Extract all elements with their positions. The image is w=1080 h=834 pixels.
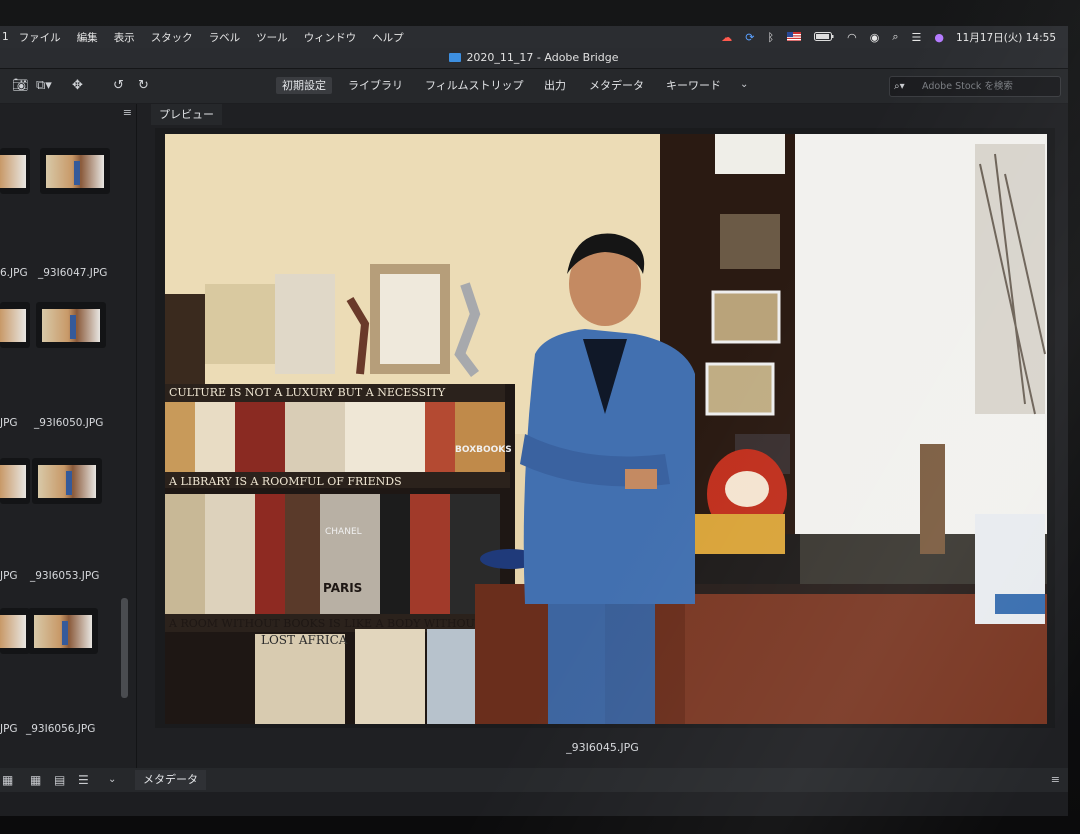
camera-icon[interactable]: 📷︎ <box>12 78 29 93</box>
content-scrollbar[interactable] <box>121 598 128 698</box>
workspace-output[interactable]: 出力 <box>538 77 572 94</box>
creative-cloud-icon[interactable]: ☁ <box>721 31 732 44</box>
grid-small-icon[interactable]: ▦ <box>2 773 13 787</box>
file-name: _93I6047.JPG <box>38 267 108 279</box>
content-panel: ≡ 6.JPG _93I6047.JPG JPG _93I6050.JPG JP… <box>0 104 137 768</box>
file-name: _93I6050.JPG <box>34 417 104 429</box>
file-name-partial: JPG <box>0 723 18 735</box>
user-icon[interactable]: ◉ <box>870 31 880 44</box>
file-name: _93I6053.JPG <box>30 570 100 582</box>
preview-area: CULTURE IS NOT A LUXURY BUT A NECESSITY … <box>155 128 1055 728</box>
books-row-1 <box>165 402 505 472</box>
sync-icon[interactable]: ⟳ <box>745 31 754 44</box>
window-title-bar: 2020_11_17 - Adobe Bridge <box>0 48 1068 69</box>
file-name-partial: JPG <box>0 570 18 582</box>
folder-icon <box>449 53 462 62</box>
search-placeholder: Adobe Stock を検索 <box>922 81 1013 92</box>
file-name-partial: 6.JPG <box>0 267 28 279</box>
preview-image[interactable]: CULTURE IS NOT A LUXURY BUT A NECESSITY … <box>165 134 1047 724</box>
book-title-lost-africa: LOST AFRICA <box>261 633 348 647</box>
thumbnail[interactable] <box>32 458 102 504</box>
shelf-text-low: A ROOM WITHOUT BOOKS IS LIKE A BODY WITH… <box>168 617 495 630</box>
tab-metadata[interactable]: メタデータ <box>135 770 206 790</box>
preview-file-name: _93I6045.JPG <box>566 741 639 754</box>
menu-bar: 1 ファイル 編集 表示 スタック ラベル ツール ウィンドウ ヘルプ ☁ ⟳ … <box>0 26 1068 48</box>
file-name-partial: JPG <box>0 417 18 429</box>
thumbnail-partial[interactable] <box>0 302 30 348</box>
list-view-icon[interactable]: ☰ <box>78 773 89 787</box>
menu-file[interactable]: ファイル <box>19 30 61 45</box>
thumbnail[interactable] <box>40 148 110 194</box>
menu-edit[interactable]: 編集 <box>77 30 98 45</box>
workspace-filmstrip[interactable]: フィルムストリップ <box>419 77 530 94</box>
flag-us-icon[interactable] <box>787 31 802 44</box>
screen: 1 ファイル 編集 表示 スタック ラベル ツール ウィンドウ ヘルプ ☁ ⟳ … <box>0 26 1068 816</box>
menu-view[interactable]: 表示 <box>114 30 135 45</box>
panel-menu-icon[interactable]: ≡ <box>1051 773 1060 786</box>
preview-panel: プレビュー CULTURE IS NOT A LUXURY BUT A NECE… <box>137 104 1068 768</box>
menu-bar-left: 1 ファイル 編集 表示 スタック ラベル ツール ウィンドウ ヘルプ <box>0 30 420 45</box>
wifi-icon[interactable]: ◠ <box>847 31 857 44</box>
rotate-right-icon[interactable]: ↻ <box>138 78 149 93</box>
thumbnail-partial[interactable] <box>0 608 30 654</box>
refine-icon[interactable]: ✥ <box>72 78 83 93</box>
tab-preview[interactable]: プレビュー <box>151 104 222 125</box>
content-panel-header: ≡ <box>0 104 136 122</box>
books-row-2 <box>165 494 500 614</box>
app-toolbar: 📷︎ ⧉▾ ✥ ↺ ↻ 初期設定 ライブラリ フィルムストリップ 出力 メタデー… <box>0 69 1068 103</box>
file-name: _93I6056.JPG <box>26 723 96 735</box>
stock-search-input[interactable]: ⌕▾ Adobe Stock を検索 <box>889 76 1061 97</box>
battery-icon[interactable] <box>814 31 834 44</box>
menu-help[interactable]: ヘルプ <box>372 30 404 45</box>
thumbnail[interactable] <box>28 608 98 654</box>
siri-icon[interactable]: ● <box>934 31 944 44</box>
workspace-metadata[interactable]: メタデータ <box>583 77 650 94</box>
book-title-chanel: CHANEL <box>325 527 362 537</box>
search-icon[interactable]: ⌕ <box>892 30 898 44</box>
chevron-down-icon[interactable]: ⌄ <box>108 774 116 785</box>
bottom-bar: ▦ ▦ ▤ ☰ ⌄ メタデータ ≡ <box>0 768 1068 792</box>
workspace-essentials[interactable]: 初期設定 <box>276 77 332 94</box>
search-dropdown-icon[interactable]: ⌕▾ <box>894 77 905 96</box>
window-title: 2020_11_17 - Adobe Bridge <box>466 51 619 64</box>
workspace-keywords[interactable]: キーワード <box>660 77 727 94</box>
workspace-library[interactable]: ライブラリ <box>342 77 409 94</box>
thumbnail[interactable] <box>36 302 106 348</box>
control-center-icon[interactable]: ☰ <box>912 31 922 44</box>
thumbnail-partial[interactable] <box>0 458 30 504</box>
preview-photo: CULTURE IS NOT A LUXURY BUT A NECESSITY … <box>165 134 1047 724</box>
menu-tools[interactable]: ツール <box>256 30 288 45</box>
menu-stack[interactable]: スタック <box>151 30 193 45</box>
panel-menu-icon[interactable]: ≡ <box>123 106 132 119</box>
rotate-left-icon[interactable]: ↺ <box>113 78 124 93</box>
menu-label[interactable]: ラベル <box>209 30 241 45</box>
shelf-text-top: CULTURE IS NOT A LUXURY BUT A NECESSITY <box>169 386 446 399</box>
shelf-text-middle: A LIBRARY IS A ROOMFUL OF FRIENDS <box>168 475 402 488</box>
thumbnail-view-icon[interactable]: ▦ <box>30 773 41 787</box>
copy-dropdown-icon[interactable]: ⧉▾ <box>36 78 52 93</box>
details-view-icon[interactable]: ▤ <box>54 773 65 787</box>
menu-clock[interactable]: 11月17日(火) 14:55 <box>956 30 1056 45</box>
bluetooth-icon[interactable]: ᛒ <box>768 31 775 44</box>
menu-bar-status: ☁ ⟳ ᛒ ◠ ◉ ⌕ ☰ ● 11月17日(火) 14:55 <box>708 30 1068 45</box>
thumbnail-partial[interactable] <box>0 148 30 194</box>
menu-window[interactable]: ウィンドウ <box>304 30 357 45</box>
chevron-down-icon[interactable]: ⌄ <box>740 79 748 90</box>
apple-menu-fragment[interactable]: 1 <box>2 31 9 43</box>
book-title-box: BOXBOOKS <box>455 445 512 455</box>
book-title-paris: PARIS <box>323 581 362 595</box>
